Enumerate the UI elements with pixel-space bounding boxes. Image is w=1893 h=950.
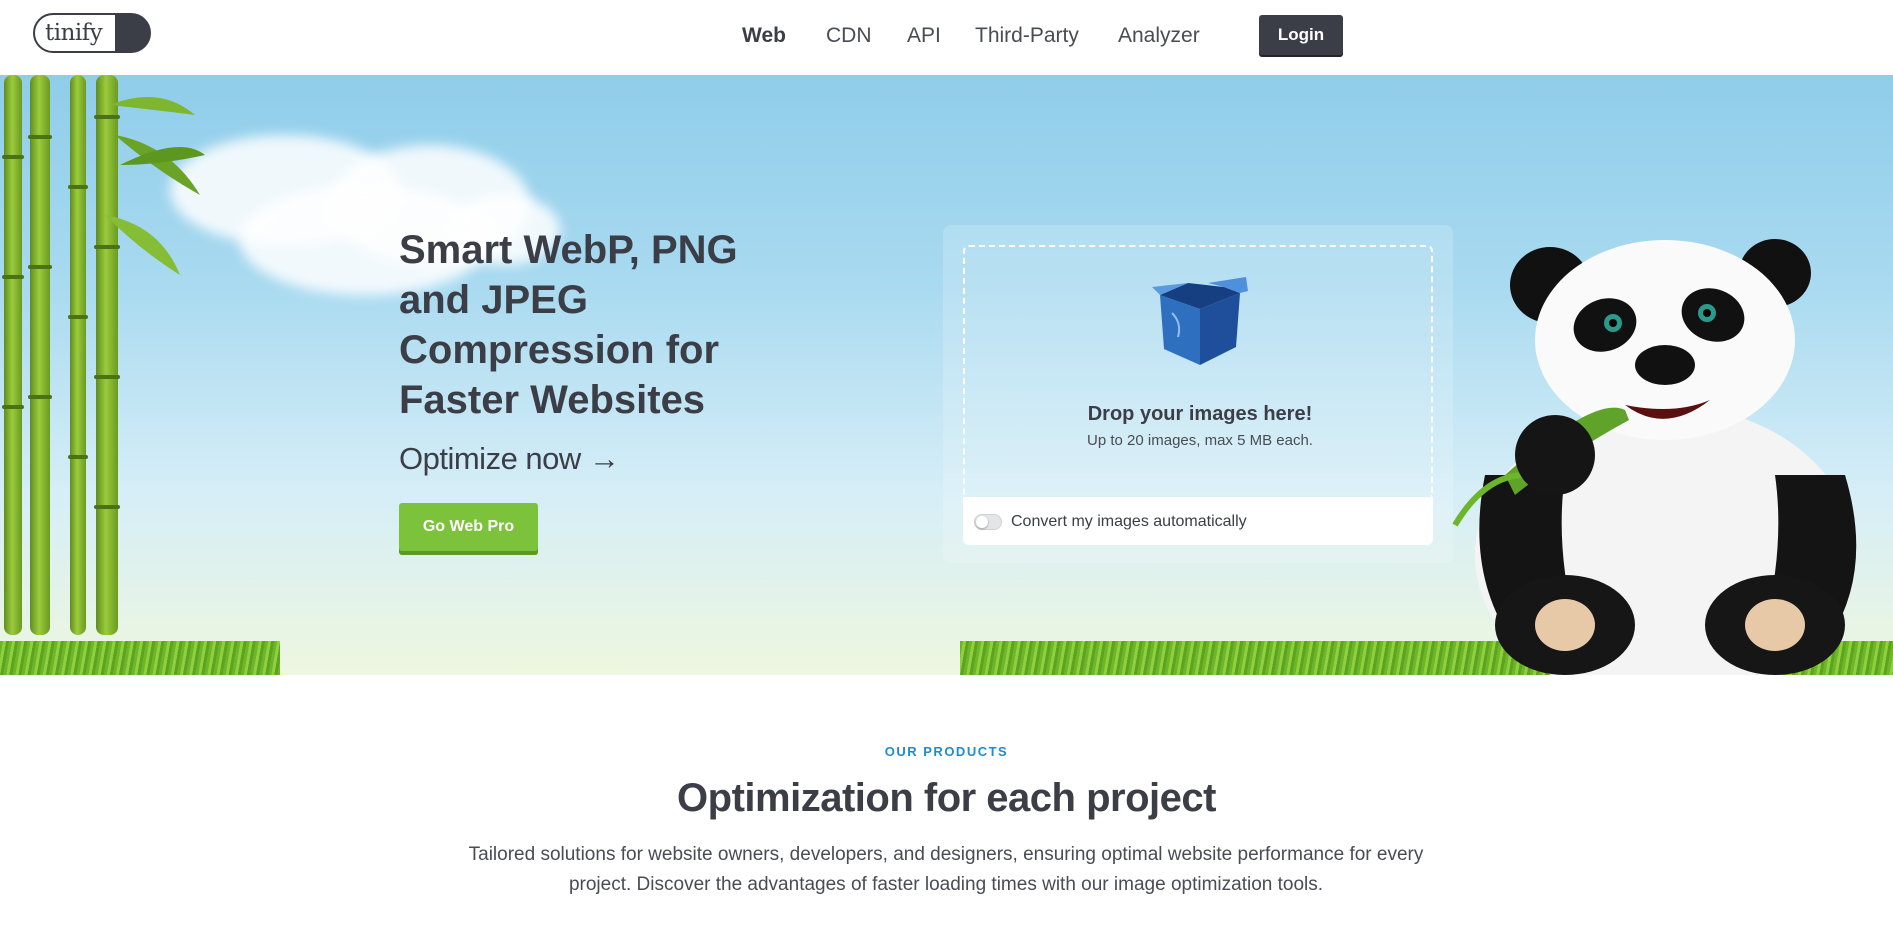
section-description: Tailored solutions for website owners, d… [468, 844, 1424, 895]
bamboo-leaves [105, 97, 205, 275]
dropzone-subtitle: Up to 20 images, max 5 MB each. [1087, 432, 1313, 449]
nav-cdn[interactable]: CDN [826, 22, 872, 50]
hero-section: Smart WebP, PNG and JPEG Compression for… [0, 75, 1893, 675]
arrow-right-icon: → [588, 441, 620, 476]
dropzone-title: Drop your images here! [1087, 403, 1313, 425]
login-button[interactable]: Login [1259, 15, 1343, 55]
optimize-label: Optimize now [399, 441, 581, 476]
convert-option-bar: Convert my images automatically [963, 497, 1433, 545]
main-nav: Web CDN API Third-Party Analyzer [0, 22, 1893, 52]
grass-left [0, 641, 280, 675]
nav-web[interactable]: Web [742, 22, 786, 50]
toggle-knob [976, 516, 988, 528]
box-icon [1152, 277, 1248, 365]
go-web-pro-button[interactable]: Go Web Pro [399, 503, 538, 551]
optimize-now-link[interactable]: Optimize now → [399, 441, 620, 477]
nav-analyzer[interactable]: Analyzer [1118, 22, 1200, 50]
panda-illustration [1452, 239, 1857, 675]
section-eyebrow: OUR PRODUCTS [884, 744, 1009, 759]
hero-title: Smart WebP, PNG and JPEG Compression for… [399, 228, 738, 422]
convert-toggle[interactable] [974, 514, 1002, 530]
convert-label: Convert my images automatically [1011, 513, 1247, 530]
site-header: tinify Web CDN API Third-Party Analyzer … [0, 0, 1893, 75]
image-dropzone[interactable]: Drop your images here! Up to 20 images, … [963, 245, 1433, 497]
nav-third-party[interactable]: Third-Party [975, 22, 1079, 50]
nav-api[interactable]: API [907, 22, 941, 50]
section-title: Optimization for each project [677, 776, 1216, 820]
upload-panel: Drop your images here! Up to 20 images, … [943, 225, 1453, 563]
